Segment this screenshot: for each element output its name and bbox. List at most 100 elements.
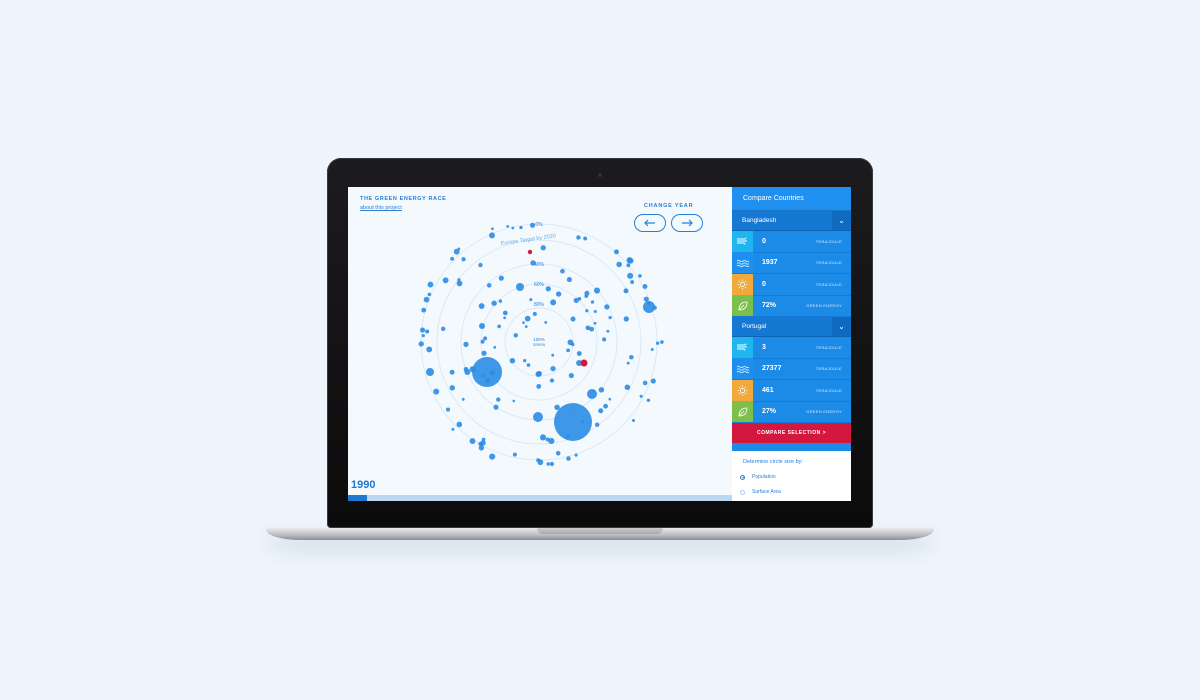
selected-bubble — [527, 249, 533, 255]
about-project-link[interactable]: about this project — [360, 205, 402, 211]
radio-selected[interactable] — [740, 474, 745, 480]
ring-label: 60% — [534, 282, 545, 288]
option-surface-area[interactable]: Surface Area — [740, 489, 781, 495]
country-bubble — [549, 378, 555, 383]
country-bubble — [442, 277, 449, 284]
center-label: GREEN — [533, 343, 546, 347]
stat-row-green: 72% GREEN ENERGY — [732, 295, 851, 317]
country-select-2[interactable]: Portugal ⌄ — [732, 317, 851, 337]
leaf-icon — [732, 295, 753, 317]
country-bubble — [449, 369, 455, 375]
country-bubble — [511, 226, 515, 230]
option-label: Surface Area — [752, 489, 781, 495]
country-bubble — [419, 327, 426, 333]
timeline-progress — [348, 495, 368, 501]
ring-label: 0% — [535, 222, 543, 228]
bubble-chart: 0%40%60%80%Europe Target by 2020100%GREE… — [418, 222, 664, 467]
country-bubble — [446, 407, 451, 412]
country-bubble-large — [516, 283, 524, 291]
country-bubble — [589, 326, 595, 332]
country-bubble — [555, 450, 561, 456]
country-bubble — [593, 309, 597, 314]
stat-row-green: 27% GREEN ENERGY — [732, 401, 851, 423]
stat-row-solar: 461 TERAJOULE — [732, 379, 851, 402]
country-bubble — [523, 358, 527, 363]
country-bubble — [642, 284, 648, 289]
country-bubble — [566, 277, 572, 283]
country-name: Portugal — [742, 323, 767, 330]
country-bubble — [631, 418, 636, 423]
previous-year-button[interactable] — [634, 214, 666, 232]
country-bubble — [426, 346, 433, 353]
country-bubble — [524, 315, 531, 322]
country-bubble — [627, 272, 634, 279]
country-bubble — [489, 453, 496, 460]
country-bubble — [457, 278, 461, 282]
country-bubble — [549, 461, 555, 467]
chevron-down-icon[interactable]: ⌄ — [832, 211, 851, 230]
selected-bubble — [580, 359, 588, 367]
country-bubble — [483, 336, 488, 341]
country-bubble — [593, 287, 601, 294]
country-bubble — [480, 339, 485, 344]
stat-unit: TERAJOULE — [815, 344, 842, 350]
country-bubble — [608, 397, 612, 401]
country-bubble — [639, 394, 643, 398]
country-bubble — [480, 440, 486, 446]
stat-row-water: 1937 TERAJOULE — [732, 252, 851, 274]
country-name: Bangladesh — [742, 217, 777, 224]
country-bubble — [535, 371, 542, 377]
country-bubble — [423, 296, 430, 303]
country-bubble — [604, 304, 610, 310]
stat-row-wind: 3 TERAJOULE — [732, 336, 851, 359]
country-bubble — [650, 348, 654, 351]
app-screen: 0% 40% 60% 80% Europe Target by 2020 100% GREE… — [348, 187, 851, 501]
country-bubble — [526, 363, 531, 367]
country-bubble — [478, 303, 485, 309]
country-bubble — [593, 321, 597, 325]
country-bubble — [606, 329, 610, 333]
country-bubble — [456, 280, 463, 287]
stat-unit: GREEN ENERGY — [806, 409, 842, 415]
option-population[interactable]: Population — [740, 474, 776, 480]
country-bubble — [571, 342, 575, 347]
chevron-down-icon[interactable]: ⌄ — [832, 317, 851, 336]
country-bubble — [486, 283, 492, 288]
stat-value: 27377 — [762, 365, 782, 373]
country-bubble-large — [426, 368, 434, 376]
country-bubble — [550, 365, 556, 372]
country-bubble — [513, 333, 518, 338]
country-bubble — [614, 249, 619, 255]
country-bubble — [594, 422, 600, 427]
country-select-1[interactable]: Bangladesh ⌄ — [732, 211, 851, 231]
country-bubble — [548, 437, 555, 444]
country-bubble — [450, 256, 455, 261]
country-bubble — [469, 438, 476, 445]
country-bubble — [655, 341, 660, 345]
country-bubble — [650, 378, 656, 384]
country-bubble — [638, 274, 642, 278]
ring — [504, 307, 574, 377]
wind-icon — [732, 230, 753, 252]
year-timeline[interactable] — [348, 495, 732, 501]
radio-unselected[interactable] — [740, 489, 745, 495]
stat-row-wind: 0 TERAJOULE — [732, 230, 851, 253]
stat-unit: GREEN ENERGY — [806, 303, 842, 309]
country-bubble — [616, 261, 622, 268]
country-bubble-large — [472, 357, 502, 387]
country-bubble — [463, 367, 469, 372]
stat-value: 3 — [762, 343, 766, 351]
next-year-button[interactable] — [671, 214, 703, 232]
country-bubble — [427, 292, 432, 297]
arrow-right-icon — [682, 219, 693, 227]
compare-selection-button[interactable]: COMPARE SELECTION > — [732, 423, 851, 443]
country-bubble — [568, 373, 574, 379]
country-bubble — [478, 262, 483, 268]
current-year: 1990 — [351, 479, 376, 491]
country-bubble — [566, 348, 570, 353]
country-bubble — [493, 345, 497, 349]
stat-unit: TERAJOULE — [815, 238, 842, 244]
country-bubble — [570, 316, 576, 322]
country-bubble — [546, 462, 550, 466]
country-bubble — [481, 350, 487, 356]
